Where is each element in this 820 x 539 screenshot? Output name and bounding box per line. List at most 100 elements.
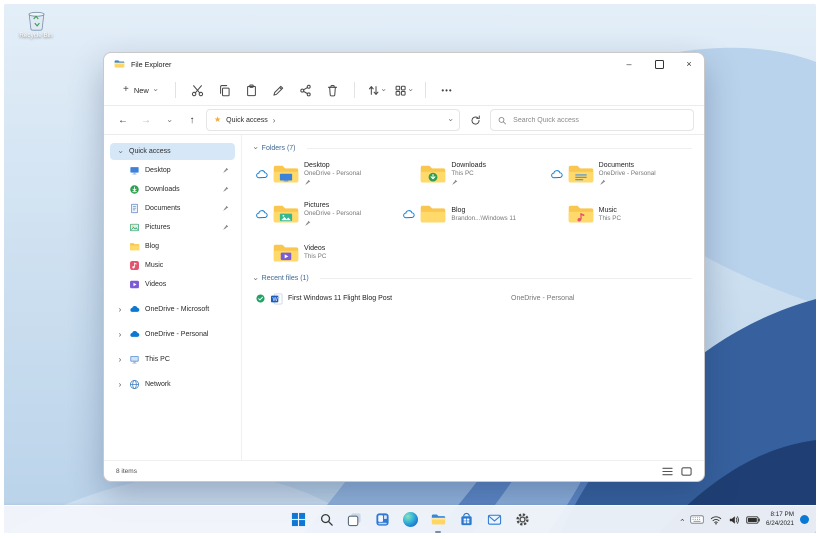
sidebar-item-pictures[interactable]: Pictures bbox=[123, 219, 235, 236]
desktop[interactable]: Recycle Bin File Explorer – × + New › bbox=[4, 4, 816, 533]
sidebar-item-blog[interactable]: Blog bbox=[123, 238, 235, 255]
sidebar-item-music[interactable]: Music bbox=[123, 257, 235, 274]
sidebar-item-onedrive-personal[interactable]: › OneDrive - Personal bbox=[110, 326, 235, 343]
cut-button[interactable] bbox=[185, 79, 210, 101]
mail-icon bbox=[487, 512, 502, 527]
recycle-bin[interactable]: Recycle Bin bbox=[12, 8, 60, 39]
toolbar-divider bbox=[425, 82, 426, 98]
up-button[interactable]: ↑ bbox=[183, 115, 201, 126]
sync-status-icon bbox=[256, 294, 265, 303]
search-input[interactable] bbox=[511, 116, 686, 125]
close-button[interactable]: × bbox=[674, 53, 704, 75]
folder-location: This PC bbox=[599, 215, 621, 223]
folder-tile-desktop[interactable]: Desktop OneDrive - Personal bbox=[254, 159, 397, 189]
minimize-icon: – bbox=[626, 59, 631, 69]
details-view-toggle[interactable] bbox=[662, 466, 673, 477]
command-bar: + New › bbox=[104, 75, 704, 106]
close-icon: × bbox=[686, 59, 691, 69]
clock-time: 8:17 PM bbox=[766, 511, 794, 520]
windows-logo-icon bbox=[291, 512, 306, 527]
widgets-button[interactable] bbox=[371, 509, 393, 531]
chevron-collapsed-icon: › bbox=[116, 355, 124, 364]
edge-icon bbox=[403, 512, 418, 527]
settings-button[interactable] bbox=[511, 509, 533, 531]
taskbar-search-button[interactable] bbox=[315, 509, 337, 531]
mail-button[interactable] bbox=[483, 509, 505, 531]
start-button[interactable] bbox=[287, 509, 309, 531]
folder-tile-documents[interactable]: Documents OneDrive - Personal bbox=[549, 159, 692, 189]
chevron-expanded-icon: › bbox=[116, 151, 124, 154]
sidebar-item-this-pc[interactable]: › This PC bbox=[110, 351, 235, 368]
large-icons-view-toggle[interactable] bbox=[681, 466, 692, 477]
file-explorer-button[interactable] bbox=[427, 509, 449, 531]
chevron-expanded-icon: › bbox=[251, 147, 259, 150]
address-dropdown-icon[interactable]: › bbox=[447, 119, 455, 122]
touch-keyboard-icon[interactable] bbox=[690, 515, 704, 524]
folder-icon bbox=[567, 163, 595, 186]
cut-icon bbox=[191, 84, 204, 97]
volume-icon[interactable] bbox=[728, 515, 740, 525]
taskbar-clock[interactable]: 8:17 PM 6/24/2021 bbox=[766, 511, 794, 528]
folder-tile-blog[interactable]: Blog Brandon...\Windows 11 bbox=[401, 199, 544, 229]
folder-tile-videos[interactable]: Videos This PC bbox=[254, 240, 397, 267]
share-button[interactable] bbox=[293, 79, 318, 101]
folder-tile-downloads[interactable]: Downloads This PC bbox=[401, 159, 544, 189]
wifi-icon[interactable] bbox=[710, 515, 722, 525]
refresh-button[interactable] bbox=[465, 115, 485, 126]
sidebar-item-desktop[interactable]: Desktop bbox=[123, 162, 235, 179]
sidebar-item-network[interactable]: › Network bbox=[110, 376, 235, 393]
cloud-status-icon bbox=[256, 170, 268, 179]
view-button[interactable]: › bbox=[391, 79, 416, 101]
toolbar-divider bbox=[354, 82, 355, 98]
folders-section-header[interactable]: › Folders (7) bbox=[254, 144, 692, 152]
address-bar: ← → › ↑ ★ Quick access › › bbox=[104, 106, 704, 135]
edge-button[interactable] bbox=[399, 509, 421, 531]
task-view-button[interactable] bbox=[343, 509, 365, 531]
recent-file-name: First Windows 11 Flight Blog Post bbox=[288, 295, 506, 302]
sidebar-item-downloads[interactable]: Downloads bbox=[123, 181, 235, 198]
folder-tile-pictures[interactable]: Pictures OneDrive - Personal bbox=[254, 199, 397, 229]
maximize-button[interactable] bbox=[644, 53, 674, 75]
recent-file-row[interactable]: W First Windows 11 Flight Blog Post OneD… bbox=[254, 290, 692, 308]
cloud-status-icon bbox=[551, 170, 563, 179]
see-more-button[interactable]: ••• bbox=[435, 79, 460, 101]
titlebar[interactable]: File Explorer – × bbox=[104, 53, 704, 75]
sort-button[interactable]: › bbox=[364, 79, 389, 101]
notification-badge[interactable] bbox=[800, 515, 809, 524]
sidebar-item-label: OneDrive - Personal bbox=[145, 331, 208, 338]
sidebar-item-quick-access[interactable]: › Quick access bbox=[110, 143, 235, 160]
battery-icon[interactable] bbox=[746, 516, 760, 524]
items-count: 8 items bbox=[116, 468, 137, 475]
back-button[interactable]: ← bbox=[114, 115, 132, 126]
paste-button[interactable] bbox=[239, 79, 264, 101]
gear-icon bbox=[515, 512, 530, 527]
copy-button[interactable] bbox=[212, 79, 237, 101]
sidebar-item-label: Quick access bbox=[129, 148, 171, 155]
cloud-status-icon bbox=[403, 210, 415, 219]
documents-icon bbox=[129, 203, 140, 214]
section-label: Recent files (1) bbox=[262, 275, 309, 282]
folder-location: Brandon...\Windows 11 bbox=[451, 215, 516, 223]
new-button[interactable]: + New › bbox=[114, 81, 166, 99]
chevron-down-icon: › bbox=[165, 119, 173, 122]
sidebar-item-label: Documents bbox=[145, 205, 180, 212]
sidebar-item-documents[interactable]: Documents bbox=[123, 200, 235, 217]
sidebar-item-onedrive-microsoft[interactable]: › OneDrive - Microsoft bbox=[110, 301, 235, 318]
microsoft-store-button[interactable] bbox=[455, 509, 477, 531]
delete-icon bbox=[326, 84, 339, 97]
recent-files-section-header[interactable]: › Recent files (1) bbox=[254, 275, 692, 283]
delete-button[interactable] bbox=[320, 79, 345, 101]
breadcrumb[interactable]: ★ Quick access › › bbox=[206, 109, 460, 131]
pin-icon bbox=[451, 179, 486, 187]
tray-chevron-up-icon[interactable]: › bbox=[679, 518, 687, 521]
recent-locations-button[interactable]: › bbox=[160, 115, 178, 126]
folder-location: This PC bbox=[304, 253, 326, 261]
forward-button[interactable]: → bbox=[137, 115, 155, 126]
search-box[interactable] bbox=[490, 109, 694, 131]
plus-icon: + bbox=[123, 85, 129, 95]
rename-button[interactable] bbox=[266, 79, 291, 101]
folder-tile-music[interactable]: Music This PC bbox=[549, 199, 692, 229]
sidebar-item-videos[interactable]: Videos bbox=[123, 276, 235, 293]
breadcrumb-root[interactable]: Quick access bbox=[226, 117, 268, 124]
minimize-button[interactable]: – bbox=[614, 53, 644, 75]
